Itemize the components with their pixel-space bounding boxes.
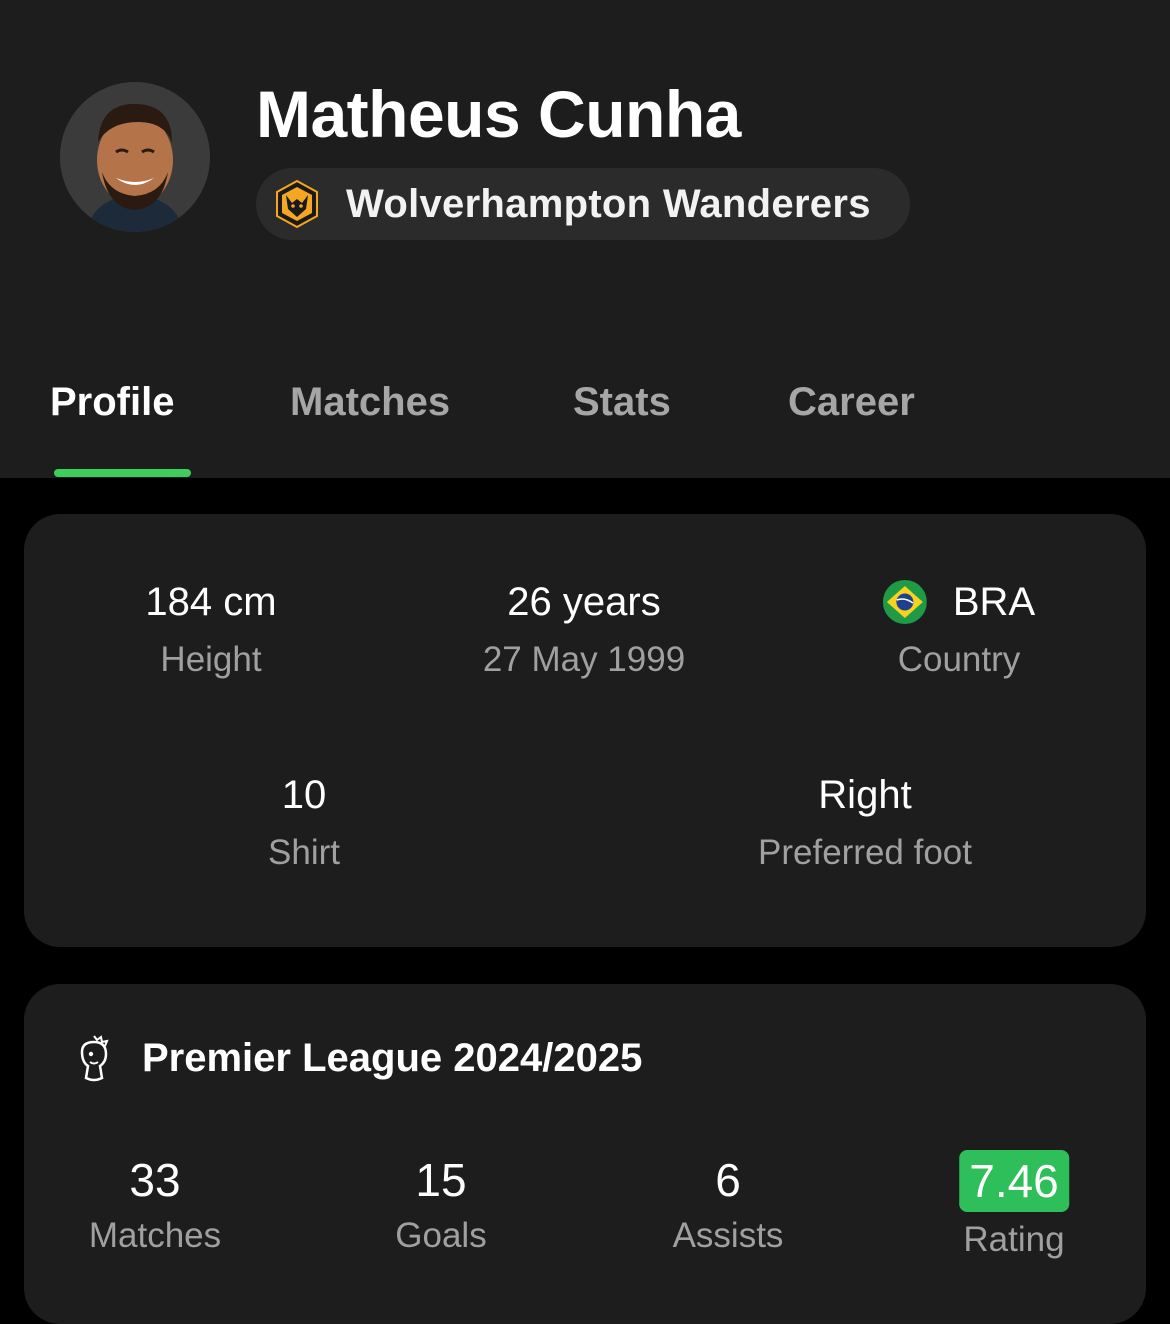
assists-label: Assists	[672, 1216, 784, 1255]
tab-profile[interactable]: Profile	[50, 380, 174, 425]
wolves-crest-icon	[272, 179, 322, 229]
player-photo-icon	[60, 82, 210, 232]
league-season-title: Premier League 2024/2025	[142, 1035, 643, 1080]
tab-career[interactable]: Career	[788, 380, 915, 425]
season-stats-card[interactable]: Premier League 2024/2025 33 Matches 15 G…	[24, 984, 1146, 1324]
goals-label: Goals	[395, 1216, 487, 1255]
team-name: Wolverhampton Wanderers	[346, 181, 871, 226]
info-age: 26 years 27 May 1999	[483, 578, 685, 684]
premier-league-icon	[72, 1032, 116, 1084]
stat-rating: 7.46 Rating	[959, 1150, 1069, 1264]
tab-matches[interactable]: Matches	[290, 380, 450, 425]
team-chip[interactable]: Wolverhampton Wanderers	[256, 168, 910, 240]
foot-value: Right	[818, 773, 912, 817]
foot-label: Preferred foot	[758, 833, 972, 872]
tab-stats[interactable]: Stats	[573, 380, 671, 425]
goals-value: 15	[415, 1154, 467, 1206]
player-avatar	[60, 82, 210, 232]
shirt-value: 10	[281, 773, 327, 817]
player-header: Matheus Cunha Wolverhampton Wanderers Pr…	[0, 0, 1170, 478]
matches-value: 33	[129, 1154, 181, 1206]
stat-goals: 15 Goals	[395, 1152, 486, 1260]
height-label: Height	[160, 640, 262, 679]
active-tab-indicator	[54, 469, 191, 477]
shirt-label: Shirt	[268, 833, 340, 872]
country-code: BRA	[952, 580, 1036, 624]
stat-assists: 6 Assists	[673, 1152, 784, 1260]
info-country: BRA Country	[882, 578, 1036, 684]
player-info-card: 184 cm Height 26 years 27 May 1999 BRA C…	[24, 514, 1146, 947]
birth-date: 27 May 1999	[482, 640, 686, 679]
country-label: Country	[897, 640, 1021, 679]
age-value: 26 years	[507, 580, 661, 624]
info-foot: Right Preferred foot	[758, 771, 972, 877]
matches-label: Matches	[88, 1216, 222, 1255]
profile-tabs: Profile Matches Stats Career	[0, 370, 1170, 478]
height-value: 184 cm	[145, 580, 277, 624]
info-shirt: 10 Shirt	[268, 771, 340, 877]
stat-matches: 33 Matches	[89, 1152, 221, 1260]
league-header: Premier League 2024/2025	[72, 1032, 642, 1084]
assists-value: 6	[715, 1154, 741, 1206]
rating-badge: 7.46	[959, 1150, 1069, 1212]
brazil-flag-icon	[882, 580, 927, 624]
player-name: Matheus Cunha	[256, 77, 741, 151]
info-height: 184 cm Height	[145, 578, 276, 684]
rating-label: Rating	[963, 1220, 1065, 1259]
